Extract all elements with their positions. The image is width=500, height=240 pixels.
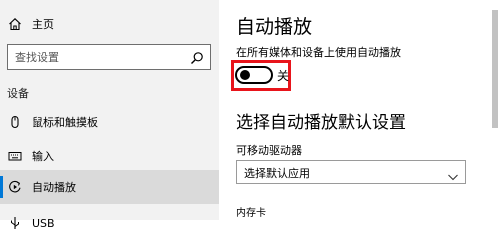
nav-home[interactable]: 主页 xyxy=(0,7,219,41)
removable-drive-selected-value: 选择默认应用 xyxy=(244,167,310,180)
nav-item-label: USB xyxy=(32,216,55,230)
toggle-knob xyxy=(240,70,250,80)
search-input[interactable] xyxy=(8,45,186,69)
toggle-state-label: 关 xyxy=(277,69,290,83)
keyboard-icon xyxy=(8,149,22,163)
vertical-scrollbar[interactable] xyxy=(490,0,500,220)
autoplay-icon xyxy=(8,180,22,194)
nav-item-typing[interactable]: 输入 xyxy=(0,139,219,173)
selection-indicator xyxy=(0,176,3,198)
autoplay-defaults-heading: 选择自动播放默认设置 xyxy=(236,113,406,133)
nav-item-label: 鼠标和触摸板 xyxy=(32,116,98,129)
mouse-icon xyxy=(8,115,22,129)
removable-drive-label: 可移动驱动器 xyxy=(236,144,302,157)
usb-icon xyxy=(8,216,22,230)
autoplay-toggle-description: 在所有媒体和设备上使用自动播放 xyxy=(236,46,401,59)
removable-drive-dropdown[interactable]: 选择默认应用 xyxy=(236,160,466,184)
nav-item-label: 输入 xyxy=(32,150,54,163)
chevron-down-icon xyxy=(447,167,459,181)
nav-item-autoplay[interactable]: 自动播放 xyxy=(0,170,219,204)
nav-home-label: 主页 xyxy=(32,18,54,31)
settings-search-box[interactable] xyxy=(7,44,211,70)
nav-item-usb[interactable]: USB xyxy=(0,206,219,240)
home-icon xyxy=(8,17,22,31)
scrollbar-thumb[interactable] xyxy=(492,10,498,128)
settings-content: 自动播放 在所有媒体和设备上使用自动播放 关 选择自动播放默认设置 可移动驱动器… xyxy=(219,0,500,220)
memory-card-label: 内存卡 xyxy=(236,208,266,219)
nav-item-label: 自动播放 xyxy=(32,181,76,194)
search-icon[interactable] xyxy=(190,50,204,64)
nav-section-title: 设备 xyxy=(7,87,29,100)
page-title: 自动播放 xyxy=(236,16,313,38)
navigation-pane: 主页 设备 鼠标和触摸板 输入 自动播放 USB xyxy=(0,0,219,230)
nav-item-mouse-touchpad[interactable]: 鼠标和触摸板 xyxy=(0,105,219,139)
autoplay-toggle-switch[interactable] xyxy=(235,66,273,84)
